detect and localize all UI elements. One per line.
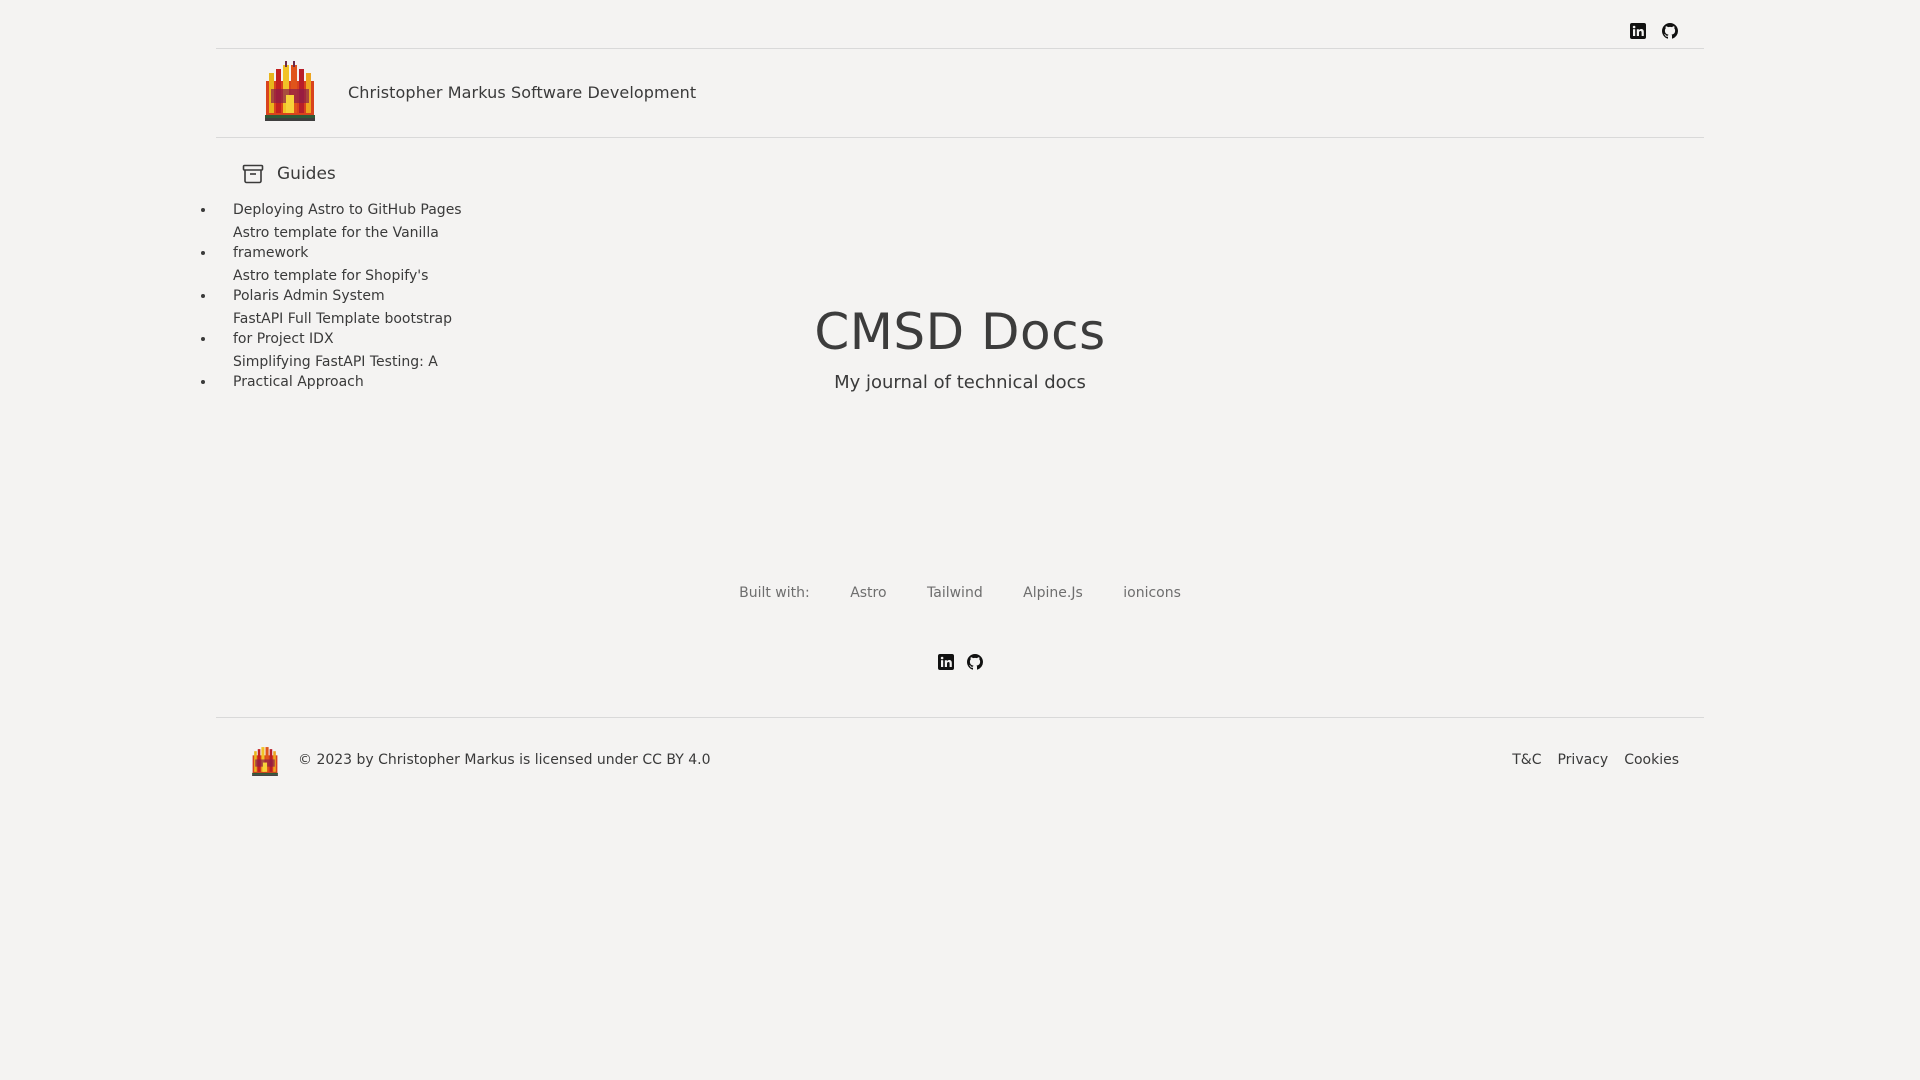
hero: CMSD Docs My journal of technical docs [476,300,1444,393]
guide-link-deploying-astro[interactable]: Deploying Astro to GitHub Pages [233,200,473,220]
linkedin-link[interactable] [1630,23,1646,39]
built-with-ionicons-link[interactable]: ionicons [1123,585,1181,601]
guide-link-fastapi-idx[interactable]: FastAPI Full Template bootstrap for Proj… [233,309,473,349]
site-header: Christopher Markus Software Development [216,49,1704,138]
github-icon [1662,23,1678,39]
guides-list: Deploying Astro to GitHub Pages Astro te… [200,200,462,392]
footer-linkedin-link[interactable] [938,654,954,670]
list-item: Deploying Astro to GitHub Pages [216,200,462,220]
built-with-alpine-link[interactable]: Alpine.Js [1023,585,1083,601]
top-bar [216,0,1704,49]
page: Christopher Markus Software Development … [0,0,1920,1080]
list-item: Astro template for Shopify's Polaris Adm… [216,266,460,306]
sidebar-heading-label: Guides [277,164,336,184]
sidebar-heading-guides[interactable]: Guides [242,160,476,188]
linkedin-icon [1630,23,1646,39]
list-item: Astro template for the Vanilla framework [216,223,460,263]
site-title[interactable]: Christopher Markus Software Development [348,83,696,102]
guide-link-fastapi-testing[interactable]: Simplifying FastAPI Testing: A Practical… [233,352,473,392]
copyright-text: © 2023 by Christopher Markus is licensed… [298,752,711,768]
list-item: Simplifying FastAPI Testing: A Practical… [216,352,460,392]
guide-link-astro-polaris[interactable]: Astro template for Shopify's Polaris Adm… [233,266,473,306]
page-subtitle: My journal of technical docs [834,372,1086,393]
github-icon [967,654,983,670]
top-social-links [1630,23,1678,39]
built-with-tailwind-link[interactable]: Tailwind [927,585,983,601]
built-with-astro-link[interactable]: Astro [850,585,886,601]
archive-icon [242,164,264,184]
site-footer: © 2023 by Christopher Markus is licensed… [216,717,1704,804]
site-logo[interactable] [263,61,317,123]
list-item: FastAPI Full Template bootstrap for Proj… [216,309,460,349]
built-with: Built with: Astro Tailwind Alpine.Js ion… [0,585,1920,601]
built-with-label: Built with: [739,585,810,601]
footer-social-links [938,654,983,670]
castle-logo-icon [252,747,278,776]
page-title: CMSD Docs [814,303,1106,361]
footer-links: T&C Privacy Cookies [1512,752,1679,768]
cookies-link[interactable]: Cookies [1624,752,1679,768]
github-link[interactable] [1662,23,1678,39]
footer-logo[interactable] [251,745,279,777]
footer-github-link[interactable] [967,654,983,670]
guide-link-astro-vanilla[interactable]: Astro template for the Vanilla framework [233,223,473,263]
terms-link[interactable]: T&C [1512,752,1541,768]
sidebar: Guides Deploying Astro to GitHub Pages A… [216,160,476,395]
privacy-link[interactable]: Privacy [1557,752,1608,768]
linkedin-icon [938,654,954,670]
castle-logo-icon [265,61,315,121]
